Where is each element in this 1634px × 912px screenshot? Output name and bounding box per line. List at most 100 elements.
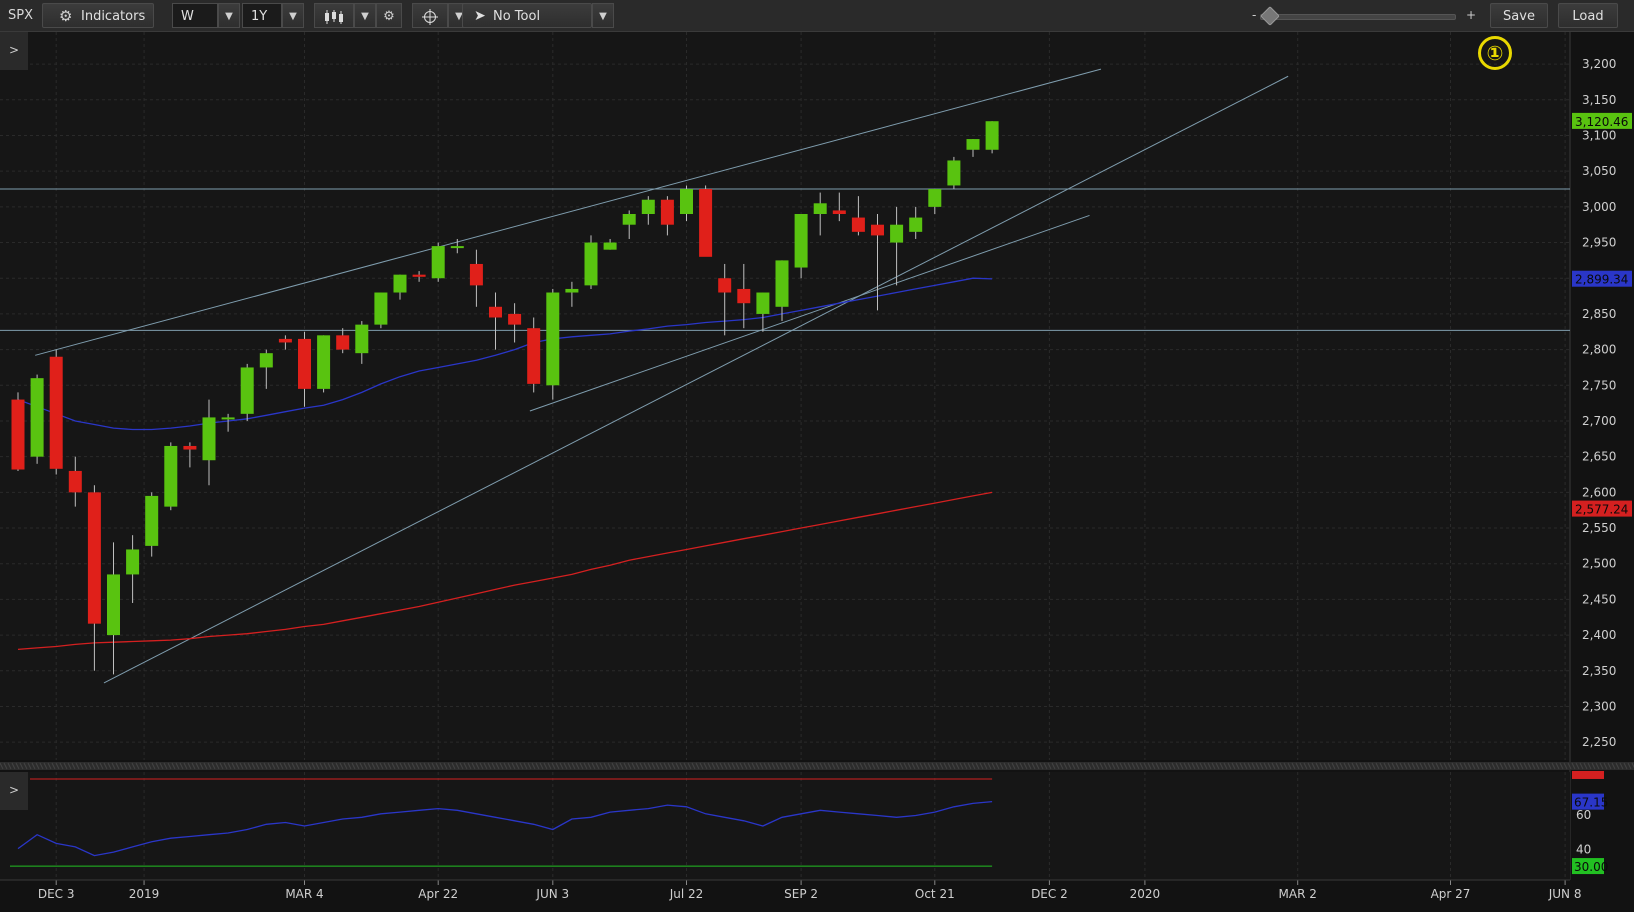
x-tick-label: MAR 4	[285, 887, 323, 901]
candle-down	[469, 263, 483, 286]
zoom-out-button[interactable]: -	[1252, 3, 1256, 28]
osc-tick-label: 60	[1576, 808, 1591, 822]
indicators-button[interactable]: ⚙ Indicators	[42, 3, 154, 28]
price-panel-expander[interactable]: >	[0, 32, 28, 70]
y-tick-label: 2,450	[1582, 592, 1616, 606]
candle-up	[202, 417, 216, 461]
candle-down	[11, 399, 25, 470]
settings-gear-icon: ⚙	[383, 9, 395, 24]
y-tick-label: 2,300	[1582, 699, 1616, 713]
chart-style-dropdown-icon[interactable]: ▼	[354, 3, 376, 28]
candle-up	[928, 189, 942, 207]
drawing-tool-label: No Tool	[493, 9, 541, 24]
candle-up	[775, 260, 789, 307]
chart-style-button[interactable]	[314, 3, 354, 28]
candle-down	[718, 278, 732, 293]
x-tick-label: JUN 3	[535, 887, 569, 901]
y-tick-label: 2,400	[1582, 628, 1616, 642]
x-tick-label: MAR 2	[1279, 887, 1317, 901]
panel-divider[interactable]	[0, 762, 1634, 770]
candle-down	[336, 335, 350, 350]
candle-down	[527, 328, 541, 384]
candle-down	[278, 338, 292, 343]
y-tick-label: 2,650	[1582, 450, 1616, 464]
price-grid	[0, 32, 1570, 760]
candle-up	[947, 160, 961, 186]
candle-down	[508, 313, 522, 325]
load-button[interactable]: Load	[1558, 3, 1618, 28]
crosshair-button[interactable]	[412, 3, 448, 28]
settings-button[interactable]: ⚙	[376, 3, 402, 28]
candle-down	[298, 338, 311, 389]
price-panel-bg	[0, 32, 1570, 760]
chart-area[interactable]: 2,250 2,300 2,350 2,400 2,450 2,500 2,550 2,600…	[0, 32, 1634, 912]
y-tick-label: 3,200	[1582, 57, 1616, 71]
oscillator-grid	[0, 772, 1570, 880]
x-tick-label: Apr 27	[1431, 887, 1471, 901]
y-tick-label: 2,350	[1582, 664, 1616, 678]
candle-down	[871, 224, 884, 236]
candle-up	[393, 274, 407, 293]
candle-up	[622, 214, 636, 225]
toolbar: SPX ⚙ Indicators W ▼ 1Y ▼ ▼ ⚙ ▼ ➤ No Too…	[0, 0, 1634, 32]
price-axis: 2,250 2,300 2,350 2,400 2,450 2,500 2,550 2,600…	[1569, 32, 1634, 912]
range-select[interactable]: 1Y	[242, 3, 282, 28]
candle-up	[985, 121, 999, 150]
last-price-label: 3,120.46	[1575, 115, 1628, 129]
zoom-in-button[interactable]: +	[1466, 3, 1476, 28]
candle-down	[832, 210, 846, 214]
save-button[interactable]: Save	[1490, 3, 1548, 28]
symbol-label[interactable]: SPX	[8, 3, 33, 28]
candle-up	[584, 242, 598, 286]
candle-up	[966, 139, 980, 150]
candle-up	[680, 189, 693, 214]
x-tick-label: JUN 8	[1548, 887, 1582, 901]
candle-up	[317, 335, 331, 389]
candle-up	[145, 495, 159, 546]
y-tick-label: 2,700	[1582, 414, 1616, 428]
y-tick-label: 2,850	[1582, 307, 1616, 321]
candle-down	[183, 445, 197, 450]
y-tick-label: 2,600	[1582, 485, 1616, 499]
candle-up	[546, 292, 560, 386]
candle-up	[221, 417, 235, 420]
candle-up	[164, 445, 178, 507]
candle-up	[126, 549, 140, 575]
oscillator-panel-bg	[0, 772, 1570, 880]
indicators-label: Indicators	[81, 9, 146, 24]
candle-up	[355, 324, 369, 354]
candle-up	[641, 199, 655, 214]
oscillator-panel-expander[interactable]: >	[0, 772, 28, 810]
candle-up	[374, 292, 388, 325]
zoom-slider[interactable]	[1260, 14, 1456, 20]
range-dropdown-icon[interactable]: ▼	[282, 3, 304, 28]
candle-down	[412, 274, 426, 277]
period-dropdown-icon[interactable]: ▼	[218, 3, 240, 28]
osc-lower-label: 30.00	[1574, 860, 1608, 874]
y-tick-label: 2,250	[1582, 735, 1616, 749]
x-tick-label: DEC 2	[1031, 887, 1068, 901]
drawing-tool-dropdown-icon[interactable]: ▼	[592, 3, 614, 28]
candlestick-icon	[325, 9, 343, 24]
osc-last-label: 67.15	[1574, 796, 1608, 810]
last-price-label: 2,899.34	[1575, 273, 1628, 287]
y-tick-label: 3,100	[1582, 128, 1616, 142]
annotation-marker: ①	[1478, 36, 1512, 70]
period-select[interactable]: W	[172, 3, 218, 28]
y-tick-label: 2,950	[1582, 236, 1616, 250]
x-tick-label: Apr 22	[418, 887, 458, 901]
drawing-tool-select[interactable]: ➤ No Tool	[462, 3, 592, 28]
crosshair-icon	[422, 8, 438, 25]
chart-app: SPX ⚙ Indicators W ▼ 1Y ▼ ▼ ⚙ ▼ ➤ No Too…	[0, 0, 1634, 912]
y-tick-label: 2,500	[1582, 557, 1616, 571]
candle-down	[489, 306, 502, 318]
zoom-slider-handle[interactable]	[1260, 6, 1280, 26]
x-tick-label: Jul 22	[669, 887, 704, 901]
x-tick-label: 2020	[1130, 887, 1161, 901]
candle-up	[603, 242, 617, 250]
x-tick-label: SEP 2	[784, 887, 818, 901]
candle-up	[431, 246, 445, 279]
candle-down	[49, 356, 63, 469]
candle-up	[30, 378, 44, 457]
candle-down	[68, 470, 82, 493]
